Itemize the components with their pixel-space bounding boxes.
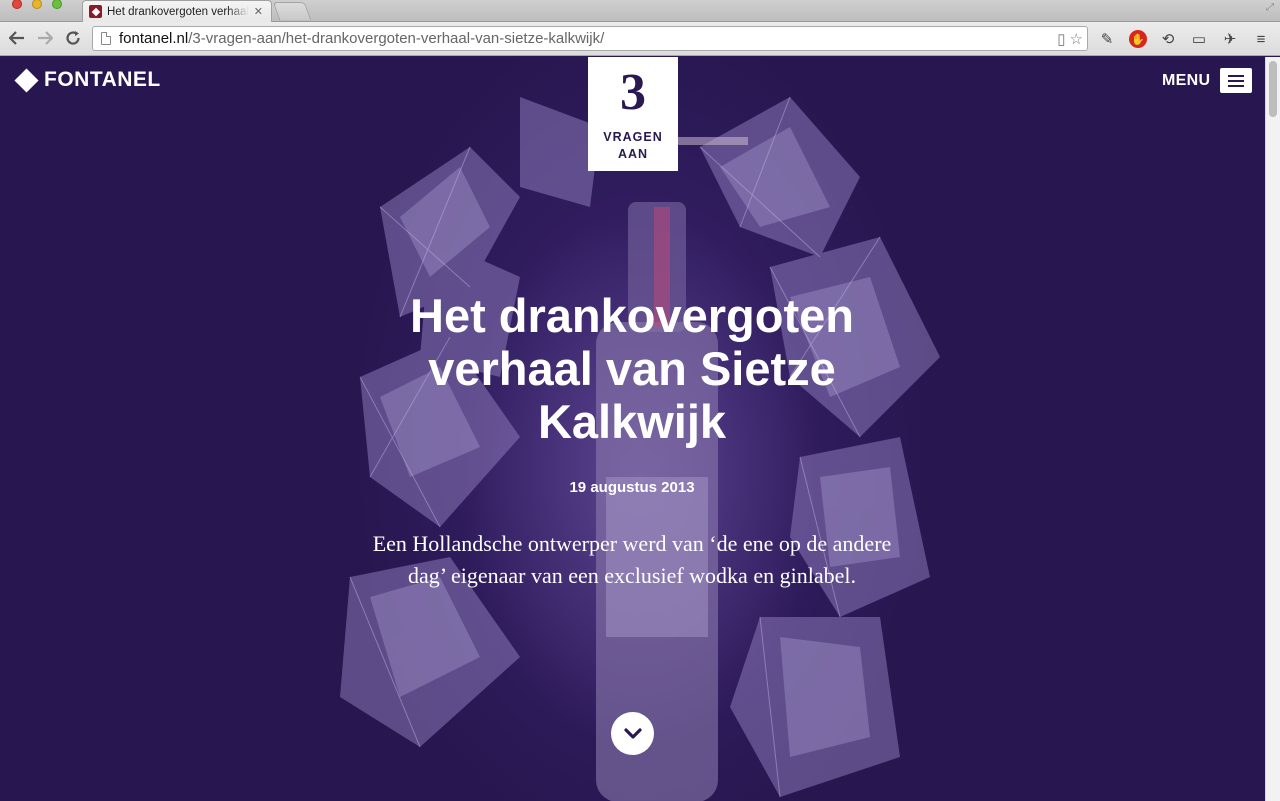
reader-icon[interactable]: ▯ bbox=[1057, 30, 1065, 48]
chrome-menu-icon[interactable]: ≡ bbox=[1250, 28, 1272, 50]
url-path: /3-vragen-aan/het-drankovergoten-verhaal… bbox=[188, 30, 605, 47]
favicon-icon bbox=[89, 5, 102, 18]
window-close-button[interactable] bbox=[12, 0, 22, 9]
logo-text: FONTANEL bbox=[44, 68, 161, 91]
fullscreen-icon[interactable]: ⤢ bbox=[1266, 2, 1274, 13]
article-title: Het drankovergoten verhaal van Sietze Ka… bbox=[410, 289, 854, 448]
article-lead: Een Hollandsche ontwerper werd van ‘de e… bbox=[372, 531, 892, 588]
window-minimize-button[interactable] bbox=[32, 0, 42, 9]
diamond-logo-icon bbox=[14, 67, 39, 93]
adblock-extension-icon[interactable]: ✋ bbox=[1127, 28, 1149, 50]
browser-toolbar: fontanel.nl/3-vragen-aan/het-drankovergo… bbox=[0, 22, 1280, 56]
address-bar[interactable]: fontanel.nl/3-vragen-aan/het-drankovergo… bbox=[92, 26, 1088, 51]
menu-icon bbox=[1220, 68, 1253, 93]
chevron-down-icon bbox=[623, 727, 642, 739]
wrench-icon[interactable]: ✈ bbox=[1219, 28, 1241, 50]
browser-tab[interactable]: Het drankovergoten verhaal ✕ bbox=[82, 0, 272, 22]
badge-line-1: VRAGEN bbox=[603, 130, 663, 144]
scroll-down-button[interactable] bbox=[611, 712, 654, 755]
badge-line-2: AAN bbox=[617, 147, 649, 161]
tab-title: Het drankovergoten verhaal bbox=[107, 5, 249, 18]
page-scrollbar[interactable] bbox=[1265, 57, 1280, 801]
forward-arrow-icon[interactable] bbox=[34, 27, 56, 49]
tab-close-icon[interactable]: ✕ bbox=[254, 5, 263, 18]
browser-tabstrip: Het drankovergoten verhaal ✕ ⤢ bbox=[0, 0, 1280, 22]
menu-button[interactable]: MENU bbox=[1162, 68, 1253, 93]
screenshot-extension-icon[interactable]: ▭ bbox=[1188, 28, 1210, 50]
menu-label: MENU bbox=[1162, 71, 1211, 89]
url-host: fontanel.nl bbox=[119, 30, 189, 47]
category-badge[interactable]: 3 VRAGEN AAN bbox=[588, 57, 678, 171]
evernote-extension-icon[interactable]: ✎ bbox=[1096, 28, 1118, 50]
page-icon bbox=[101, 32, 111, 45]
new-tab-button[interactable] bbox=[272, 2, 312, 20]
hero-section: FONTANEL 3 VRAGEN AAN MENU Het drankover… bbox=[0, 57, 1265, 801]
article-date: 19 augustus 2013 bbox=[569, 479, 695, 496]
sync-extension-icon[interactable]: ⟲ bbox=[1157, 28, 1179, 50]
scrollbar-thumb[interactable] bbox=[1269, 61, 1277, 117]
reload-icon[interactable] bbox=[62, 27, 84, 49]
back-arrow-icon[interactable] bbox=[6, 27, 28, 49]
star-icon[interactable]: ☆ bbox=[1070, 30, 1083, 48]
site-logo[interactable]: FONTANEL bbox=[14, 67, 161, 93]
window-zoom-button[interactable] bbox=[52, 0, 62, 9]
badge-number: 3 bbox=[620, 64, 646, 121]
